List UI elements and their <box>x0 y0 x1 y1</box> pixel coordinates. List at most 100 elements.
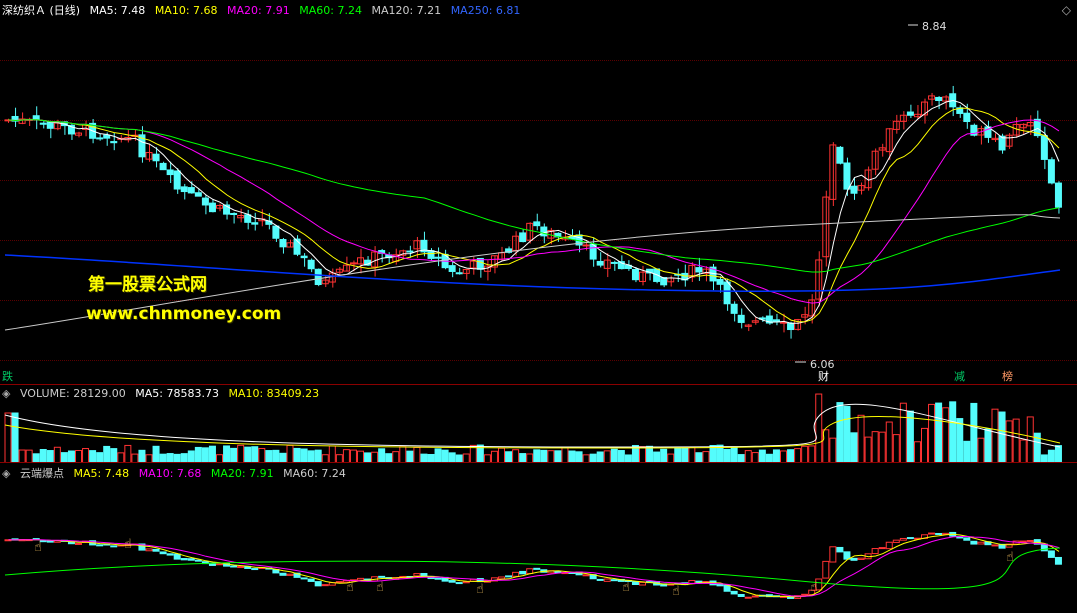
indicator-candle <box>639 581 646 586</box>
indicator-candle <box>533 567 541 570</box>
indicator-candle <box>448 580 456 583</box>
volume-bar <box>237 444 245 463</box>
volume-bar <box>674 447 682 463</box>
candle-body <box>272 225 280 239</box>
ma250-readout: MA250: 6.81 <box>450 4 521 17</box>
volume-bar <box>935 402 943 463</box>
ma10-readout: MA10: 7.68 <box>154 4 218 17</box>
event-tag-cai[interactable]: 财 <box>816 368 831 384</box>
indicator-header: ◈ 云端爆点 MA5: 7.48 MA10: 7.68 MA20: 7.91 M… <box>2 465 352 481</box>
signal-hand-icon: ☝ <box>346 580 354 595</box>
candle-body <box>716 278 724 285</box>
candle-body <box>152 153 160 162</box>
candle-body <box>850 185 858 194</box>
candle-body <box>540 226 548 237</box>
candle-body <box>307 259 315 270</box>
volume-bar <box>286 444 294 463</box>
indicator-candle <box>300 577 308 580</box>
volume-bar <box>949 401 957 463</box>
volume-bar <box>124 444 132 463</box>
indicator-candle <box>194 559 202 562</box>
indicator-candle <box>850 557 858 561</box>
indicator-candle <box>892 539 900 543</box>
indicator-candle <box>977 541 985 545</box>
volume-ma10-readout: MA10: 83409.23 <box>228 387 320 400</box>
candle-body <box>32 115 40 120</box>
volume-bar <box>208 445 216 463</box>
indicator-candle <box>836 546 844 553</box>
signal-hand-icon: ☝ <box>34 540 42 555</box>
indicator-candle <box>519 570 527 575</box>
volume-bar <box>561 447 569 463</box>
candle-body <box>244 214 252 223</box>
collapse-icon-2[interactable]: ◈ <box>2 467 10 480</box>
volume-bar <box>871 431 879 463</box>
indicator-candle <box>822 560 830 579</box>
candle-body <box>230 212 238 216</box>
candle-body <box>159 162 167 171</box>
indicator-candle <box>512 571 520 577</box>
candle-body <box>1054 182 1062 208</box>
volume-bar <box>39 448 47 463</box>
indicator-candle <box>596 578 604 581</box>
volume-ma10-line <box>4 416 1061 449</box>
ma5-readout: MA5: 7.48 <box>89 4 146 17</box>
event-tag-die[interactable]: 跌 <box>0 368 15 384</box>
indicator-candle <box>145 548 153 552</box>
indicator-candle <box>413 573 421 577</box>
indicator-candle <box>173 553 181 560</box>
volume-bar <box>808 445 816 463</box>
volume-bar <box>1005 420 1013 463</box>
candle-body <box>180 186 188 193</box>
indicator-candle <box>744 596 752 599</box>
volume-bar <box>885 421 893 463</box>
ind-ma60-readout: MA60: 7.24 <box>283 467 346 480</box>
volume-bar <box>258 447 266 463</box>
candle-body <box>314 268 322 286</box>
volume-ma5-readout: MA5: 78583.73 <box>135 387 219 400</box>
event-tag-bang[interactable]: 榜 <box>1000 368 1015 384</box>
volume-bar <box>843 405 851 463</box>
volume-bar <box>998 411 1006 463</box>
indicator-candle <box>307 578 315 582</box>
candle-body <box>1019 123 1027 129</box>
volume-bar <box>152 445 160 463</box>
signal-hand-icon: ☝ <box>1006 550 1014 565</box>
event-tag-jian[interactable]: 减 <box>952 368 967 384</box>
indicator-candle <box>716 583 724 587</box>
candle-body <box>201 197 209 206</box>
indicator-candle <box>526 568 534 574</box>
volume-bar <box>850 432 858 463</box>
candle-body <box>39 122 47 125</box>
indicator-candle <box>871 548 879 555</box>
ind-ma10-readout: MA10: 7.68 <box>138 467 202 480</box>
candle-body <box>695 267 703 273</box>
candle-body <box>723 281 731 305</box>
volume-bar <box>787 449 795 463</box>
indicator-candle <box>216 563 223 566</box>
volume-bar <box>413 446 421 463</box>
signal-hand-icon: ☝ <box>810 580 818 595</box>
ind-ma10-line <box>8 536 1060 597</box>
collapse-icon[interactable]: ◈ <box>2 387 10 400</box>
indicator-candle <box>251 568 259 571</box>
candle-body <box>96 137 104 140</box>
volume-bar <box>1019 439 1027 463</box>
indicator-candle <box>878 547 886 550</box>
volume-bar <box>660 448 668 463</box>
indicator-candle <box>1047 550 1055 558</box>
candle-body <box>110 141 118 144</box>
volume-panel[interactable]: ◈ VOLUME: 28129.00 MA5: 78583.73 MA10: 8… <box>0 384 1077 463</box>
price-chart-panel[interactable]: 深纺织Ａ (日线) MA5: 7.48 MA10: 7.68 MA20: 7.9… <box>0 0 1077 384</box>
indicator-candle <box>829 546 837 563</box>
candle-body <box>194 192 202 197</box>
candle-body <box>300 255 308 259</box>
volume-bar <box>300 448 308 463</box>
indicator-panel[interactable]: ◈ 云端爆点 MA5: 7.48 MA10: 7.68 MA20: 7.91 M… <box>0 462 1077 613</box>
indicator-candle <box>505 575 513 578</box>
indicator-candle <box>695 580 703 583</box>
indicator-candle <box>75 542 82 545</box>
ma120-readout: MA120: 7.21 <box>371 4 442 17</box>
indicator-candle <box>455 582 463 585</box>
volume-readout: VOLUME: 28129.00 <box>19 387 126 400</box>
